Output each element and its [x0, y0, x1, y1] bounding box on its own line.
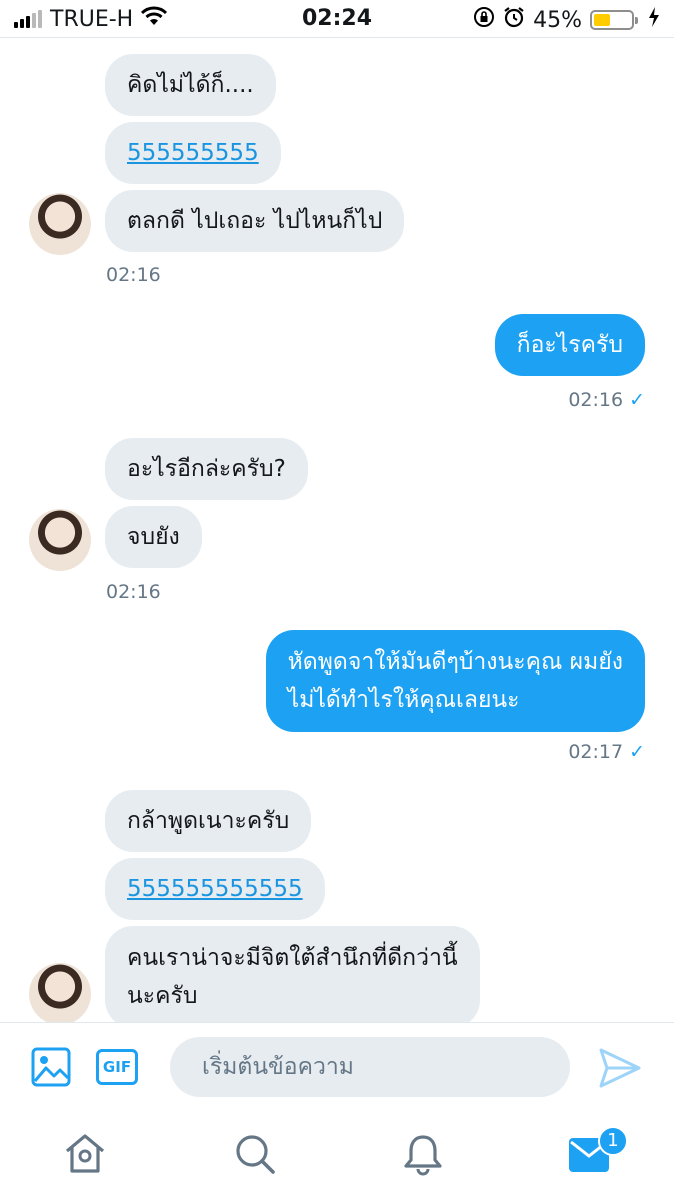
- message-timestamp: 02:16: [106, 581, 161, 603]
- tab-bar: 1: [0, 1115, 674, 1200]
- status-right: 45%: [473, 6, 660, 34]
- outgoing-message[interactable]: หัดพูดจาให้มันดีๆบ้างนะคุณ ผมยัง ไม่ได้ท…: [265, 630, 645, 732]
- incoming-message[interactable]: คิดไม่ได้ก็....: [105, 54, 276, 116]
- status-bar: TRUE-H 02:24 45%: [0, 0, 674, 38]
- message-link[interactable]: 555555555555: [127, 876, 303, 902]
- incoming-message[interactable]: จบยัง: [105, 506, 202, 568]
- incoming-message[interactable]: อะไรอีกล่ะครับ?: [105, 438, 308, 500]
- alarm-icon: [503, 6, 525, 34]
- incoming-message[interactable]: 555555555555: [105, 858, 325, 920]
- message-timestamp: 02:17 ✓: [568, 741, 645, 763]
- search-icon[interactable]: [232, 1131, 278, 1177]
- battery-icon: [590, 10, 638, 30]
- conversation[interactable]: คิดไม่ได้ก็.... 555555555 ตลกดี ไปเถอะ ไ…: [0, 38, 674, 1022]
- composer: GIF: [0, 1023, 674, 1115]
- avatar[interactable]: [29, 193, 91, 255]
- image-icon[interactable]: [31, 1047, 73, 1089]
- rotation-lock-icon: [473, 6, 495, 34]
- sent-check-icon: ✓: [629, 741, 645, 763]
- home-icon[interactable]: [62, 1131, 108, 1177]
- gif-button[interactable]: GIF: [96, 1049, 138, 1085]
- notifications-icon[interactable]: [400, 1131, 446, 1177]
- timestamp-text: 02:17: [568, 741, 624, 763]
- timestamp-text: 02:16: [568, 389, 624, 411]
- message-timestamp: 02:16: [106, 264, 161, 286]
- send-icon[interactable]: [598, 1047, 644, 1091]
- message-link[interactable]: 555555555: [127, 140, 259, 166]
- avatar[interactable]: [29, 509, 91, 571]
- incoming-message[interactable]: คนเราน่าจะมีจิตใต้สำนึกที่ดีกว่านี้ นะคร…: [105, 926, 480, 1022]
- charging-icon: [648, 7, 660, 33]
- messages-badge: 1: [598, 1126, 628, 1156]
- sent-check-icon: ✓: [629, 389, 645, 411]
- message-input[interactable]: [170, 1037, 570, 1097]
- avatar[interactable]: [29, 963, 91, 1022]
- incoming-message[interactable]: ตลกดี ไปเถอะ ไปไหนก็ไป: [105, 190, 405, 252]
- incoming-message[interactable]: 555555555: [105, 122, 281, 184]
- incoming-message[interactable]: กล้าพูดเนาะครับ: [105, 790, 312, 852]
- outgoing-message[interactable]: ก็อะไรครับ: [494, 314, 645, 376]
- battery-percent: 45%: [533, 7, 582, 33]
- message-timestamp: 02:16 ✓: [568, 389, 645, 411]
